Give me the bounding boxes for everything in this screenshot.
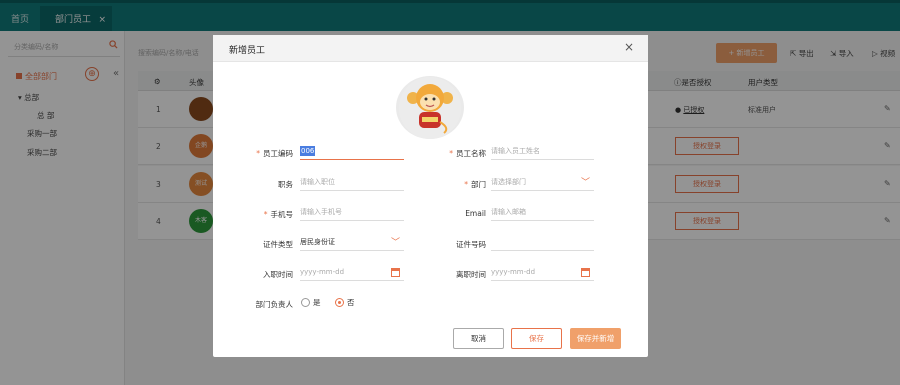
department-select[interactable]: 请选择部门 ﹀ xyxy=(491,173,594,191)
id-number-label: 证件号码 xyxy=(456,240,486,249)
save-and-new-button[interactable]: 保存并新增 xyxy=(570,328,621,349)
manager-radio-yes[interactable]: 是 xyxy=(301,297,321,308)
chevron-down-icon: ﹀ xyxy=(390,238,400,248)
department-placeholder: 请选择部门 xyxy=(491,178,526,186)
join-date-placeholder: yyyy-mm-dd xyxy=(300,268,345,276)
emp-name-label: * 员工名称 xyxy=(436,148,486,159)
dialog-header: 新增员工 × xyxy=(213,35,648,62)
position-label: 职务 xyxy=(278,180,293,189)
employee-avatar-upload[interactable] xyxy=(396,76,464,139)
id-number-input[interactable] xyxy=(491,233,594,251)
required-mark: * xyxy=(449,149,453,158)
manager-label: 部门负责人 xyxy=(255,300,294,309)
calendar-icon[interactable] xyxy=(581,268,590,277)
chevron-down-icon: ﹀ xyxy=(580,178,590,188)
leave-date-input[interactable]: yyyy-mm-dd xyxy=(491,263,594,281)
dialog-title: 新增员工 xyxy=(229,46,266,56)
phone-label: * 手机号 xyxy=(248,209,293,220)
emp-code-input[interactable]: 006 xyxy=(300,142,404,160)
join-date-input[interactable]: yyyy-mm-dd xyxy=(300,263,404,281)
emp-name-label-text: 员工名称 xyxy=(456,149,486,158)
id-type-value: 居民身份证 xyxy=(300,238,335,246)
department-label: * 部门 xyxy=(436,179,486,190)
position-input[interactable]: 请输入职位 xyxy=(300,173,404,191)
required-mark: * xyxy=(256,149,260,158)
required-mark: * xyxy=(464,180,468,189)
email-input[interactable]: 请输入邮箱 xyxy=(491,203,594,221)
radio-yes-label: 是 xyxy=(313,298,321,307)
emp-code-value: 006 xyxy=(300,146,316,156)
save-button[interactable]: 保存 xyxy=(511,328,562,349)
required-mark: * xyxy=(263,210,268,219)
monkey-mascot-icon xyxy=(399,77,461,139)
id-type-select[interactable]: 居民身份证 ﹀ xyxy=(300,233,404,251)
leave-date-label: 离职时间 xyxy=(456,270,486,279)
radio-checked-icon xyxy=(335,298,344,307)
add-employee-dialog: 新增员工 × * 员工编码 006 * 员工名称 请输入员工姓名 职务 请输入职位 … xyxy=(213,35,648,357)
email-label: Email xyxy=(465,209,486,218)
radio-icon xyxy=(301,298,310,307)
calendar-icon[interactable] xyxy=(391,268,400,277)
phone-label-text: 手机号 xyxy=(270,210,294,219)
department-label-text: 部门 xyxy=(471,180,486,189)
id-type-label: 证件类型 xyxy=(263,240,293,249)
phone-input[interactable]: 请输入手机号 xyxy=(300,203,404,221)
join-date-label: 入职时间 xyxy=(263,270,293,279)
manager-radio-no[interactable]: 否 xyxy=(335,297,355,308)
cancel-button[interactable]: 取消 xyxy=(453,328,504,349)
emp-name-input[interactable]: 请输入员工姓名 xyxy=(491,142,594,160)
leave-date-placeholder: yyyy-mm-dd xyxy=(491,268,536,276)
emp-code-label: * 员工编码 xyxy=(248,148,293,159)
close-icon[interactable]: × xyxy=(624,40,634,54)
emp-code-label-text: 员工编码 xyxy=(263,149,293,158)
radio-no-label: 否 xyxy=(347,298,355,307)
